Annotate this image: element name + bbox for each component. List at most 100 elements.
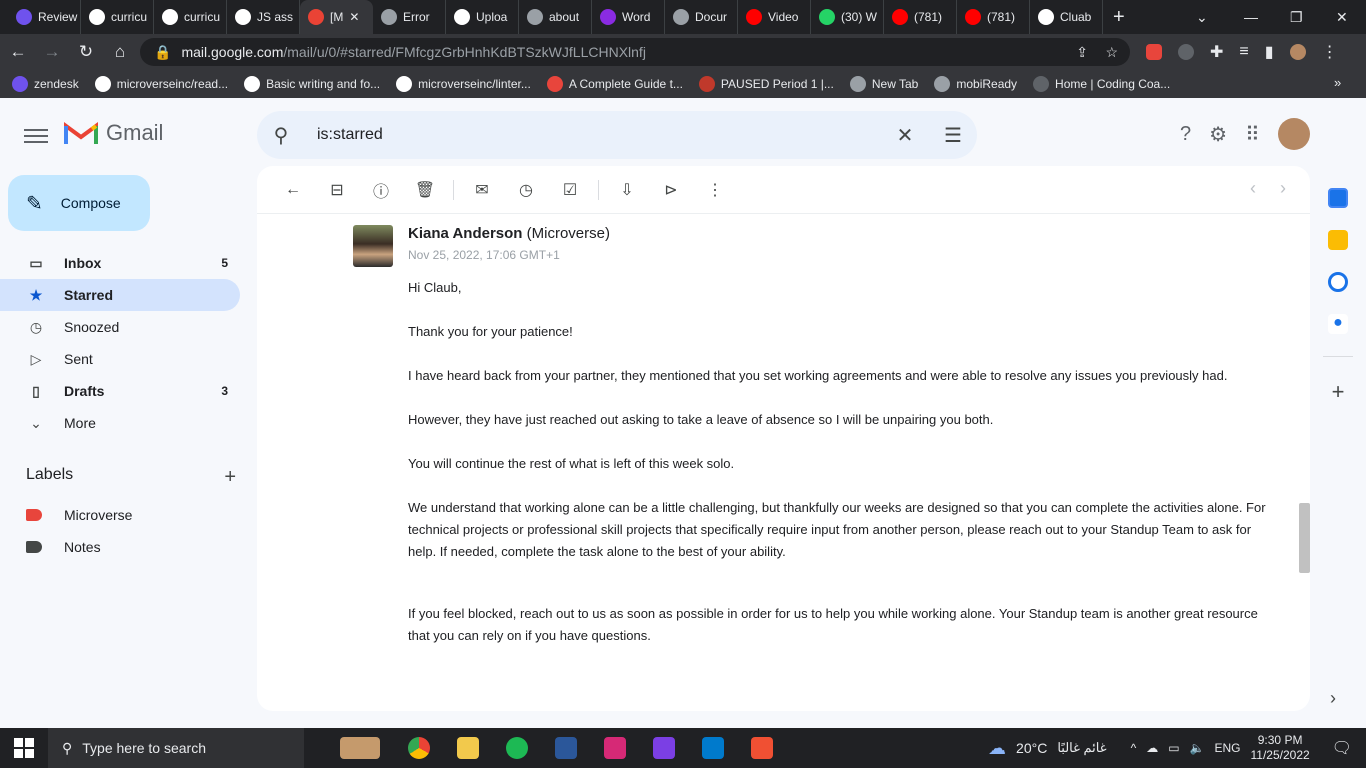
puzzle-extensions-icon[interactable]: ✚: [1210, 42, 1223, 62]
vscode-taskbar-icon[interactable]: [702, 737, 724, 759]
bookmarks-overflow-icon[interactable]: »: [1334, 75, 1341, 90]
sender-name[interactable]: Kiana Anderson: [408, 225, 522, 242]
browser-tab[interactable]: (781): [884, 0, 957, 34]
bookmark-item[interactable]: New Tab: [849, 76, 918, 92]
address-bar[interactable]: 🔒 mail.google.com/mail/u/0/#starred/FMfc…: [140, 38, 1130, 66]
notifications-icon[interactable]: 🗨: [1332, 738, 1352, 758]
shield-extension-icon[interactable]: [1178, 44, 1194, 60]
snooze-button[interactable]: ◷: [504, 170, 548, 210]
bookmark-item[interactable]: microverseinc/read...: [94, 76, 228, 92]
tab-search-chevron-icon[interactable]: ⌄: [1196, 0, 1208, 34]
battery-icon[interactable]: ▭: [1168, 741, 1179, 755]
instagram-taskbar-icon[interactable]: [604, 737, 626, 759]
clock[interactable]: 9:30 PM 11/25/2022: [1251, 733, 1310, 763]
nav-item-snoozed[interactable]: ◷ Snoozed: [0, 311, 240, 343]
extension-icon[interactable]: [1146, 44, 1162, 60]
profile-avatar[interactable]: [1289, 44, 1306, 60]
weather-temp[interactable]: 20°C: [1016, 740, 1047, 756]
contacts-icon[interactable]: ●: [1328, 314, 1348, 334]
newer-message-button[interactable]: ‹: [1250, 178, 1256, 199]
keep-icon[interactable]: [1328, 230, 1348, 250]
bookmark-item[interactable]: PAUSED Period 1 |...: [698, 76, 834, 92]
search-icon[interactable]: ⚲: [257, 111, 305, 159]
close-tab-icon[interactable]: ✕: [349, 10, 359, 24]
browser-tab[interactable]: curricu: [154, 0, 227, 34]
sender-avatar[interactable]: [353, 225, 393, 267]
weather-icon[interactable]: ☁: [988, 738, 1006, 759]
search-options-icon[interactable]: ☰: [929, 111, 977, 159]
restore-button[interactable]: ❐: [1290, 0, 1303, 34]
home-button[interactable]: ⌂: [104, 36, 136, 68]
show-side-panel-icon[interactable]: ›: [1330, 688, 1336, 709]
calendar-icon[interactable]: [1328, 188, 1348, 208]
archive-button[interactable]: ⊟: [315, 170, 359, 210]
spotify-taskbar-icon[interactable]: [506, 737, 528, 759]
reading-list-icon[interactable]: ≡: [1239, 43, 1248, 61]
browser-tab[interactable]: JS ass: [227, 0, 300, 34]
label-item[interactable]: Microverse: [26, 507, 132, 523]
report-spam-button[interactable]: ⓘ: [359, 170, 403, 210]
back-to-list-button[interactable]: ←: [271, 170, 315, 210]
bookmark-item[interactable]: mobiReady: [934, 76, 1017, 92]
search-input[interactable]: [317, 126, 877, 144]
browser-tab[interactable]: [M ✕: [300, 0, 373, 34]
search-bar[interactable]: ⚲ ✕ ☰: [257, 111, 977, 159]
file-explorer-taskbar-icon[interactable]: [457, 737, 479, 759]
help-icon[interactable]: ?: [1180, 123, 1191, 146]
browser-tab[interactable]: Review: [8, 0, 81, 34]
word-taskbar-icon[interactable]: [555, 737, 577, 759]
share-icon[interactable]: ⇪: [1076, 44, 1088, 61]
browser-tab[interactable]: Word: [592, 0, 665, 34]
settings-gear-icon[interactable]: ⚙: [1209, 122, 1227, 147]
delete-button[interactable]: 🗑: [403, 170, 447, 210]
obsidian-taskbar-icon[interactable]: [653, 737, 675, 759]
back-button[interactable]: ←: [2, 36, 34, 68]
bookmark-star-icon[interactable]: ☆: [1105, 44, 1118, 61]
mark-unread-button[interactable]: ✉: [460, 170, 504, 210]
message-scrollbar[interactable]: [1299, 503, 1310, 573]
volume-icon[interactable]: 🔈: [1190, 741, 1205, 755]
nav-item-inbox[interactable]: ▭ Inbox 5: [0, 247, 240, 279]
nav-item-drafts[interactable]: ▯ Drafts 3: [0, 375, 240, 407]
gmail-logo[interactable]: Gmail: [64, 120, 163, 146]
bookmark-item[interactable]: A Complete Guide t...: [546, 76, 683, 92]
account-avatar[interactable]: [1277, 118, 1310, 150]
bookmark-item[interactable]: Basic writing and fo...: [244, 76, 380, 92]
browser-tab[interactable]: Video: [738, 0, 811, 34]
apps-grid-icon[interactable]: ⠿: [1245, 122, 1260, 147]
browser-tab[interactable]: about: [519, 0, 592, 34]
tray-chevron-icon[interactable]: ^: [1131, 741, 1137, 755]
browser-tab[interactable]: Docur: [665, 0, 738, 34]
browser-tab[interactable]: Uploa: [446, 0, 519, 34]
more-options-button[interactable]: ⋮: [693, 170, 737, 210]
nav-item-sent[interactable]: ▷ Sent: [0, 343, 240, 375]
search-highlight-image[interactable]: [340, 737, 380, 759]
taskbar-search[interactable]: ⚲ Type here to search: [48, 728, 304, 768]
close-window-button[interactable]: ✕: [1336, 0, 1348, 34]
main-menu-icon[interactable]: [24, 125, 48, 145]
bookmark-item[interactable]: microverseinc/linter...: [396, 76, 531, 92]
git-taskbar-icon[interactable]: [751, 737, 773, 759]
reload-button[interactable]: ↻: [70, 36, 102, 68]
older-message-button[interactable]: ›: [1280, 178, 1286, 199]
side-panel-icon[interactable]: ▮: [1265, 42, 1274, 62]
add-to-tasks-button[interactable]: ☑: [548, 170, 592, 210]
browser-tab[interactable]: Error: [373, 0, 446, 34]
clear-search-icon[interactable]: ✕: [881, 111, 929, 159]
tasks-icon[interactable]: [1328, 272, 1348, 292]
bookmark-item[interactable]: zendesk: [12, 76, 79, 92]
language-indicator[interactable]: ENG: [1215, 741, 1241, 755]
compose-button[interactable]: ✎ Compose: [8, 175, 150, 231]
browser-menu-icon[interactable]: ⋮: [1322, 42, 1338, 62]
label-item[interactable]: Notes: [26, 539, 101, 555]
chrome-taskbar-icon[interactable]: [408, 737, 430, 759]
labels-button[interactable]: ⊳: [649, 170, 693, 210]
new-tab-button[interactable]: +: [1103, 6, 1135, 29]
browser-tab[interactable]: (30) W: [811, 0, 884, 34]
network-icon[interactable]: ☁: [1146, 741, 1158, 755]
get-addons-icon[interactable]: +: [1332, 379, 1345, 405]
bookmark-item[interactable]: Home | Coding Coa...: [1033, 76, 1170, 92]
minimize-button[interactable]: —: [1244, 0, 1258, 34]
move-to-button[interactable]: ⇩: [605, 170, 649, 210]
windows-start-icon[interactable]: [14, 738, 34, 758]
